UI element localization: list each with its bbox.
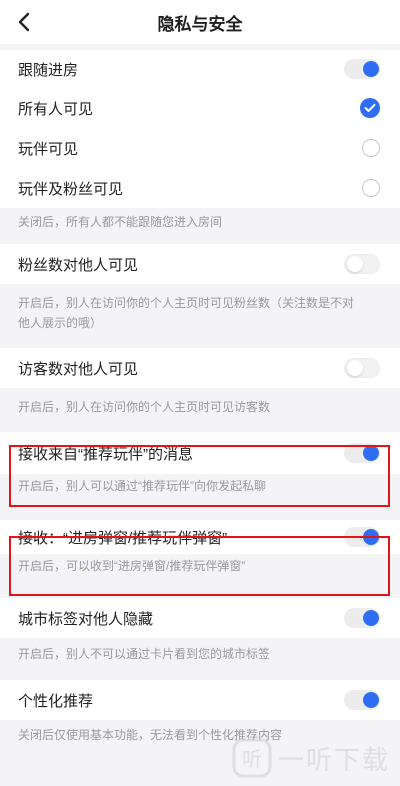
follow-room-toggle[interactable] [344,59,380,79]
popup-row: 接收：“进房弹窗/推荐玩伴弹窗” [0,520,400,554]
city-tag-label: 城市标签对他人隐藏 [18,610,154,628]
watermark: 听 一听下载 [232,738,390,778]
option-partner-label: 玩伴可见 [18,140,79,158]
fans-count-note: 开启后，别人在访问你的个人主页时可见粉丝数（关注数是不对 他人展示的哦） [0,284,400,348]
toggle-knob [347,360,363,376]
personalized-row: 个性化推荐 [0,680,400,720]
svg-text:听: 听 [242,747,262,771]
fans-count-label: 粉丝数对他人可见 [18,256,139,274]
watermark-logo-icon: 听 [232,738,272,778]
visitor-count-label: 访客数对他人可见 [18,360,139,378]
option-everyone-label: 所有人可见 [18,100,94,118]
toggle-knob [363,692,379,708]
toggle-knob [363,610,379,626]
recommend-msg-row: 接收来自“推荐玩伴”的消息 [0,432,400,474]
option-partner-fans-label: 玩伴及粉丝可见 [18,180,124,198]
popup-toggle[interactable] [344,527,380,547]
nav-bar: 隐私与安全 [0,0,400,44]
back-button[interactable] [10,8,38,36]
popup-label: 接收：“进房弹窗/推荐玩伴弹窗” [18,529,228,547]
toggle-knob [347,256,363,272]
checkmark-icon [364,103,376,112]
recommend-msg-label: 接收来自“推荐玩伴”的消息 [18,445,193,463]
toggle-knob [363,529,379,545]
recommend-msg-toggle[interactable] [344,443,380,463]
page-title: 隐私与安全 [157,14,243,34]
option-everyone-radio[interactable] [360,98,380,118]
fans-count-note-line2: 他人展示的哦） [18,316,103,330]
fans-count-row: 粉丝数对他人可见 [0,244,400,284]
option-partner-fans-row[interactable]: 玩伴及粉丝可见 [0,168,400,208]
city-tag-note: 开启后，别人不可以通过卡片看到您的城市标签 [0,638,400,680]
watermark-text: 一听下载 [277,744,390,775]
city-tag-row: 城市标签对他人隐藏 [0,598,400,638]
visitor-count-toggle[interactable] [344,358,380,378]
chevron-left-icon [18,12,30,32]
toggle-knob [363,61,379,77]
visitor-count-note: 开启后，别人在访问你的个人主页时可见访客数 [0,388,400,432]
follow-room-note: 关闭后，所有人都不能跟随您进入房间 [0,208,400,244]
option-partner-fans-radio[interactable] [362,179,380,197]
follow-room-label: 跟随进房 [18,61,79,79]
option-partner-radio[interactable] [362,139,380,157]
recommend-msg-note: 开启后，别人可以通过“推荐玩伴”向你发起私聊 [0,474,400,520]
personalized-toggle[interactable] [344,690,380,710]
city-tag-toggle[interactable] [344,608,380,628]
visitor-count-row: 访客数对他人可见 [0,348,400,388]
option-everyone-row[interactable]: 所有人可见 [0,88,400,128]
fans-count-note-line1: 开启后，别人在访问你的个人主页时可见粉丝数（关注数是不对 [18,296,355,310]
popup-note: 开启后，可以收到“进房弹窗/推荐玩伴弹窗” [0,554,400,598]
option-partner-row[interactable]: 玩伴可见 [0,128,400,168]
follow-room-row: 跟随进房 [0,50,400,88]
fans-count-toggle[interactable] [344,254,380,274]
personalized-label: 个性化推荐 [18,692,94,710]
toggle-knob [363,445,379,461]
